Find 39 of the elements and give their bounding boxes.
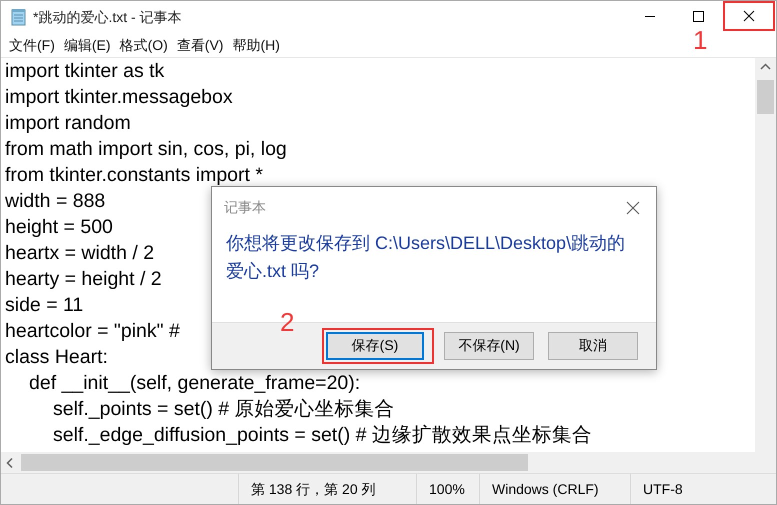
code-line: import tkinter.messagebox xyxy=(5,86,233,108)
menu-item[interactable]: 格式(O) xyxy=(120,33,174,57)
dialog-message: 你想将更改保存到 C:\Users\DELL\Desktop\跳动的爱心.txt 吗? xyxy=(225,232,626,283)
status-cell: 第 138 行，第 20 列 xyxy=(238,474,416,504)
vertical-scrollbar[interactable] xyxy=(755,58,776,452)
code-line: import tkinter as tk xyxy=(5,60,164,82)
code-line: def __init__(self, generate_frame=20): xyxy=(29,372,360,394)
code-line: hearty = height / 2 xyxy=(5,268,162,290)
dialog-title: 记事本 xyxy=(224,199,266,217)
code-line: heartx = width / 2 xyxy=(5,242,154,264)
menu-item[interactable]: 文件(F) xyxy=(9,33,61,57)
status-cell: 100% xyxy=(416,474,479,504)
code-line: width = 888 xyxy=(5,190,106,212)
code-line: self._points = set() # 原始爱心坐标集合 xyxy=(53,398,395,420)
horizontal-scrollbar[interactable] xyxy=(1,452,776,473)
close-icon[interactable] xyxy=(626,201,640,215)
menu-item[interactable]: 查看(V) xyxy=(176,33,230,57)
close-icon[interactable] xyxy=(723,1,775,31)
dialog-button[interactable]: 不保存(N) xyxy=(444,332,534,360)
menu-item[interactable]: 帮助(H) xyxy=(232,33,286,57)
dialog-button[interactable]: 取消 xyxy=(548,332,638,360)
status-cell: Windows (CRLF) xyxy=(479,474,630,504)
notepad-icon xyxy=(11,8,27,26)
code-line: class Heart: xyxy=(5,346,108,368)
code-line: from math import sin, cos, pi, log xyxy=(5,138,287,160)
code-line: self._edge_diffusion_points = set() # 边缘扩散效果点坐标集合 xyxy=(53,424,592,446)
code-line: heartcolor = "pink" # xyxy=(5,320,180,342)
code-line: height = 500 xyxy=(5,216,113,238)
window-title: *跳动的爱心.txt - 记事本 xyxy=(33,9,182,27)
code-line: side = 11 xyxy=(5,294,84,316)
code-line: from tkinter.constants import * xyxy=(5,164,263,186)
scroll-thumb[interactable] xyxy=(21,454,528,471)
annotation-number: 1 xyxy=(693,27,708,53)
scroll-thumb[interactable] xyxy=(757,80,774,114)
menu-item[interactable]: 编辑(E) xyxy=(64,33,117,57)
code-line: import random xyxy=(5,112,131,134)
dialog-button[interactable]: 保存(S) xyxy=(326,332,424,360)
status-cell: UTF-8 xyxy=(630,474,763,504)
annotation-number: 2 xyxy=(280,309,294,335)
